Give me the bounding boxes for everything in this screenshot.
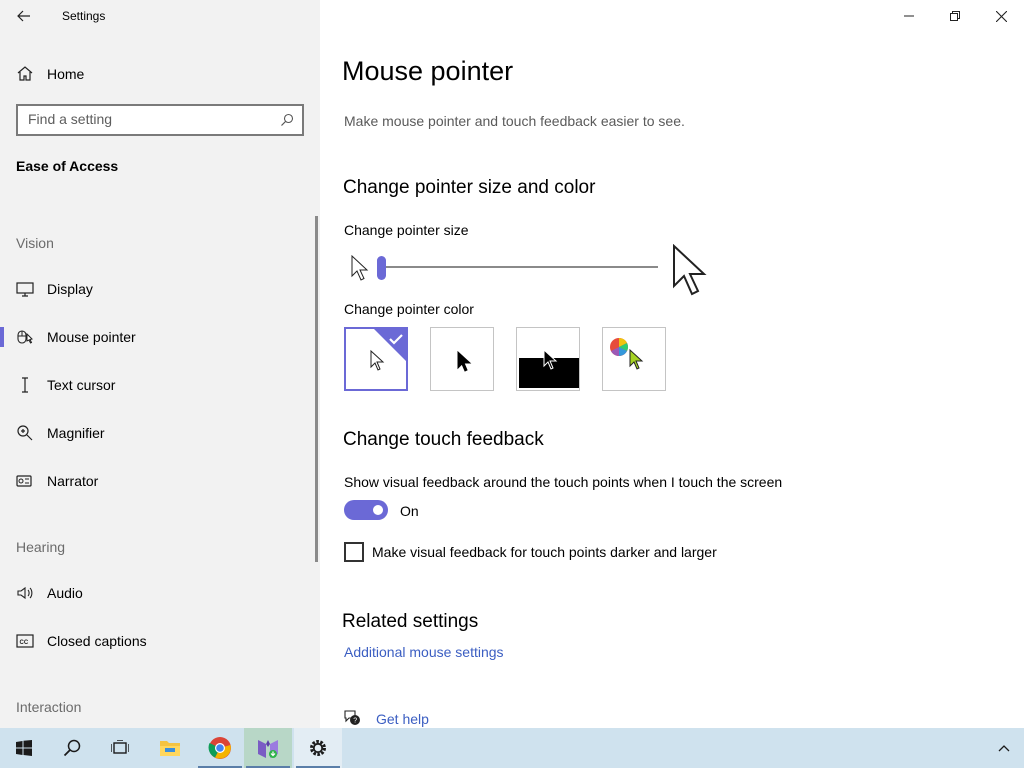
page-title: Mouse pointer xyxy=(342,56,514,86)
sidebar-item-magnifier[interactable]: Magnifier xyxy=(0,413,320,453)
task-view-icon xyxy=(111,740,129,754)
sidebar-item-closed-captions[interactable]: CC Closed captions xyxy=(0,621,320,661)
show-hidden-icons-button[interactable] xyxy=(984,728,1024,768)
narrator-icon xyxy=(16,475,32,487)
start-icon xyxy=(16,740,32,756)
darker-feedback-checkbox[interactable] xyxy=(344,542,364,562)
home-icon xyxy=(17,66,33,81)
black-pointer-icon xyxy=(457,350,472,372)
active-indicator xyxy=(0,327,4,347)
group-title-hearing: Hearing xyxy=(16,539,66,555)
related-settings-heading: Related settings xyxy=(342,611,479,632)
pointer-section-heading: Change pointer size and color xyxy=(343,177,596,198)
pointer-color-white-option[interactable] xyxy=(344,327,408,391)
checkmark-icon xyxy=(370,329,406,371)
pointer-color-label: Change pointer color xyxy=(344,301,474,317)
text-cursor-icon xyxy=(22,377,28,393)
touch-section-heading: Change touch feedback xyxy=(343,429,544,450)
sidebar-item-label: Narrator xyxy=(47,473,99,489)
search-icon[interactable] xyxy=(280,113,294,127)
sidebar-item-label: Display xyxy=(47,281,93,297)
svg-text:CC: CC xyxy=(20,640,29,646)
back-button[interactable] xyxy=(10,4,38,28)
taskbar xyxy=(0,728,1024,768)
start-button[interactable] xyxy=(0,728,48,768)
page-description: Make mouse pointer and touch feedback ea… xyxy=(344,113,685,129)
sidebar-item-label: Mouse pointer xyxy=(47,329,136,345)
home-nav-item[interactable]: Home xyxy=(0,56,320,90)
settings-taskbar-button[interactable] xyxy=(294,728,342,768)
mouse-pointer-icon xyxy=(17,330,33,344)
pointer-color-inverted-option[interactable] xyxy=(516,327,580,391)
darker-feedback-label[interactable]: Make visual feedback for touch points da… xyxy=(372,544,717,560)
chrome-button[interactable] xyxy=(196,728,244,768)
audio-icon xyxy=(17,586,33,600)
sidebar-item-label: Text cursor xyxy=(47,377,116,393)
pointer-color-custom-option[interactable] xyxy=(602,327,666,391)
file-explorer-button[interactable] xyxy=(146,728,194,768)
group-title-vision: Vision xyxy=(16,235,54,251)
file-explorer-icon xyxy=(160,741,180,756)
app-title: Settings xyxy=(62,9,106,23)
section-title: Ease of Access xyxy=(16,158,119,174)
touch-toggle-label: Show visual feedback around the touch po… xyxy=(344,474,783,490)
toggle-state-text: On xyxy=(400,503,419,519)
get-help-icon: ? xyxy=(344,710,360,725)
sidebar-item-mouse-pointer[interactable]: Mouse pointer xyxy=(0,317,320,357)
sidebar: Settings Home Ease of Access Vision Disp… xyxy=(0,0,320,728)
group-title-interaction: Interaction xyxy=(16,699,82,715)
svg-text:?: ? xyxy=(353,718,357,725)
app-icon xyxy=(258,740,278,758)
chevron-up-icon xyxy=(998,745,1010,752)
toggle-knob xyxy=(373,505,383,515)
task-view-button[interactable] xyxy=(96,728,144,768)
touch-feedback-toggle[interactable] xyxy=(344,500,388,520)
sidebar-item-text-cursor[interactable]: Text cursor xyxy=(0,365,320,405)
taskbar-search-button[interactable] xyxy=(48,728,96,768)
get-help-link[interactable]: Get help xyxy=(376,711,429,727)
sidebar-item-label: Closed captions xyxy=(47,633,147,649)
search-input[interactable] xyxy=(28,111,268,127)
title-bar: Settings xyxy=(0,0,320,32)
pointer-size-slider-thumb[interactable] xyxy=(377,256,386,280)
search-icon xyxy=(63,739,81,757)
settings-icon xyxy=(310,740,326,756)
magnifier-icon xyxy=(17,425,33,441)
pointer-color-black-option[interactable] xyxy=(430,327,494,391)
closed-captions-icon: CC xyxy=(16,634,34,648)
app-button[interactable] xyxy=(244,728,292,768)
sidebar-item-narrator[interactable]: Narrator xyxy=(0,461,320,501)
back-arrow-icon xyxy=(17,10,30,22)
settings-window: Settings Home Ease of Access Vision Disp… xyxy=(0,0,1024,728)
pointer-size-slider-track[interactable] xyxy=(380,266,658,268)
pointer-size-label: Change pointer size xyxy=(344,222,469,238)
inverted-pointer-icon xyxy=(519,348,579,388)
color-wheel-icon xyxy=(610,338,644,370)
sidebar-item-audio[interactable]: Audio xyxy=(0,573,320,613)
home-label: Home xyxy=(47,66,85,82)
large-pointer-icon xyxy=(673,244,707,296)
search-box[interactable] xyxy=(16,104,304,136)
additional-mouse-settings-link[interactable]: Additional mouse settings xyxy=(344,644,504,660)
sidebar-item-label: Magnifier xyxy=(47,425,105,441)
sidebar-item-display[interactable]: Display xyxy=(0,269,320,309)
sidebar-item-label: Audio xyxy=(47,585,83,601)
sidebar-scrollbar[interactable] xyxy=(315,216,318,562)
display-icon xyxy=(16,282,34,297)
chrome-icon xyxy=(208,737,231,759)
small-pointer-icon xyxy=(351,255,369,281)
